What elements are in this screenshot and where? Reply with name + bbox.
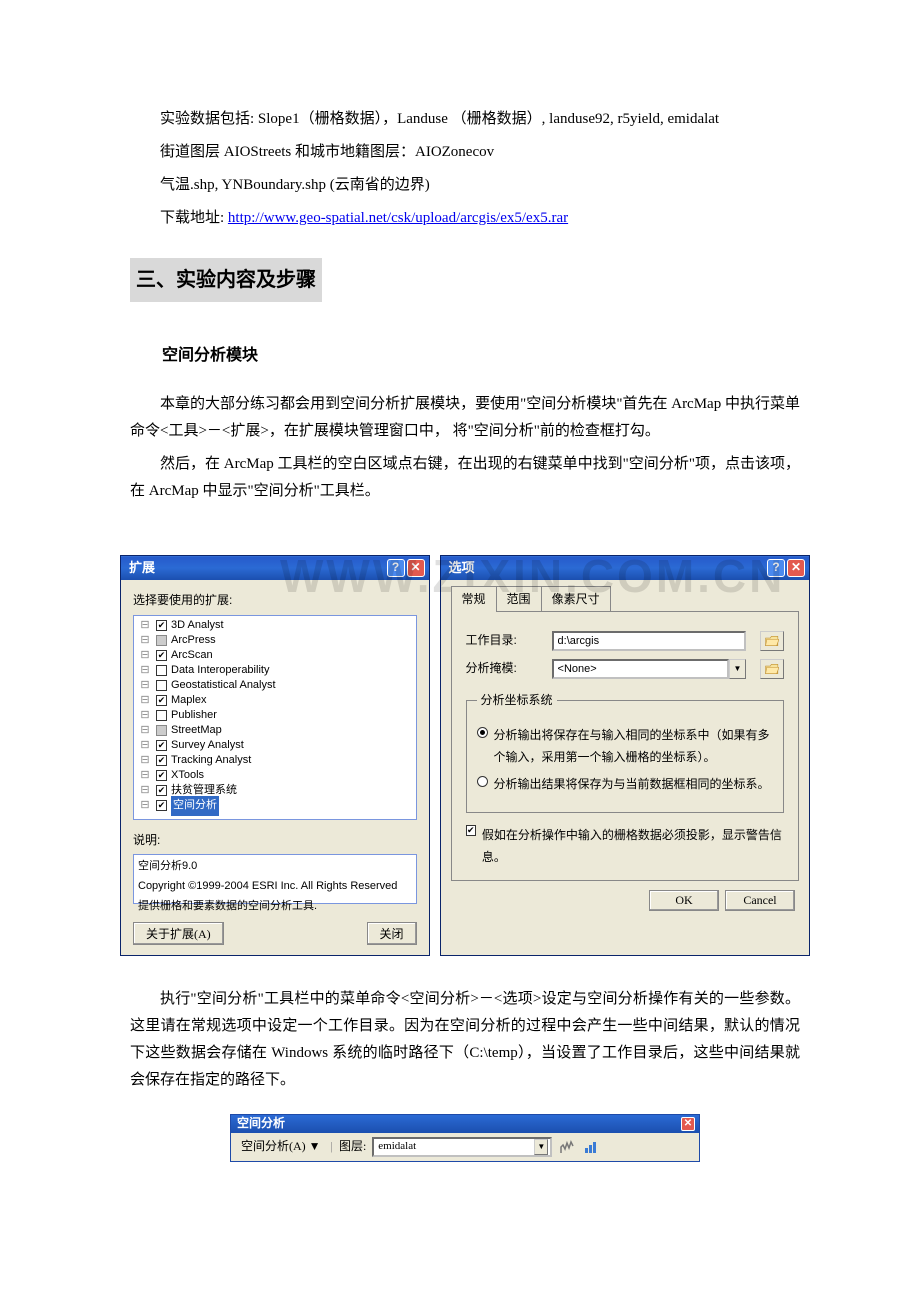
paragraph-1: 本章的大部分练习都会用到空间分析扩展模块，要使用"空间分析模块"首先在 ArcM… bbox=[130, 391, 800, 445]
paragraph-2: 然后，在 ArcMap 工具栏的空白区域点右键，在出现的右键菜单中找到"空间分析… bbox=[130, 451, 800, 505]
desc-line-2: Copyright ©1999-2004 ESRI Inc. All Right… bbox=[138, 877, 412, 897]
download-link[interactable]: http://www.geo-spatial.net/csk/upload/ar… bbox=[228, 210, 568, 226]
download-prefix: 下载地址: bbox=[160, 210, 228, 226]
coord-system-group: 分析坐标系统 分析输出将保存在与输入相同的坐标系中（如果有多个输入，采用第一个输… bbox=[466, 690, 784, 813]
mask-label: 分析掩模: bbox=[466, 658, 542, 680]
checkbox-icon[interactable] bbox=[156, 800, 167, 811]
extensions-prompt: 选择要使用的扩展: bbox=[133, 590, 417, 612]
checkbox-icon[interactable] bbox=[156, 710, 167, 721]
checkbox-icon[interactable] bbox=[156, 665, 167, 676]
layer-value: emidalat bbox=[378, 1137, 416, 1157]
desc-label: 说明: bbox=[133, 830, 417, 852]
extensions-list: ⊟3D Analyst⊟ArcPress⊟ArcScan⊟Data Intero… bbox=[133, 615, 417, 820]
section-title: 三、实验内容及步骤 bbox=[130, 258, 322, 302]
warn-checkbox[interactable] bbox=[466, 825, 476, 836]
checkbox-icon[interactable] bbox=[156, 695, 167, 706]
browse-folder-icon[interactable] bbox=[760, 631, 784, 651]
list-item[interactable]: ⊟空间分析 bbox=[138, 798, 412, 813]
checkbox-icon[interactable] bbox=[156, 635, 167, 646]
toolbar-title: 空间分析 bbox=[237, 1113, 285, 1135]
layer-label: 图层: bbox=[339, 1136, 366, 1158]
ok-button[interactable]: OK bbox=[649, 890, 719, 911]
chevron-down-icon[interactable]: ▼ bbox=[534, 1139, 548, 1155]
help-icon[interactable]: ? bbox=[767, 559, 785, 577]
close-button[interactable]: 关闭 bbox=[367, 922, 417, 945]
layer-combo[interactable]: emidalat ▼ bbox=[372, 1137, 552, 1157]
close-icon[interactable]: ✕ bbox=[787, 559, 805, 577]
checkbox-icon[interactable] bbox=[156, 650, 167, 661]
checkbox-icon[interactable] bbox=[156, 725, 167, 736]
coord-legend: 分析坐标系统 bbox=[477, 690, 557, 712]
checkbox-icon[interactable] bbox=[156, 680, 167, 691]
checkbox-icon[interactable] bbox=[156, 740, 167, 751]
workdir-input[interactable] bbox=[552, 631, 746, 651]
desc-line-1: 空间分析9.0 bbox=[138, 857, 412, 877]
mask-input[interactable] bbox=[552, 659, 729, 679]
chart-icon[interactable] bbox=[582, 1138, 600, 1156]
desc-box: 空间分析9.0 Copyright ©1999-2004 ESRI Inc. A… bbox=[133, 854, 417, 904]
checkbox-icon[interactable] bbox=[156, 785, 167, 796]
tab-cellsize[interactable]: 像素尺寸 bbox=[541, 586, 611, 613]
paragraph-3: 执行"空间分析"工具栏中的菜单命令<空间分析>－<选项>设定与空间分析操作有关的… bbox=[130, 986, 800, 1094]
browse-folder-icon[interactable] bbox=[760, 659, 784, 679]
checkbox-icon[interactable] bbox=[156, 770, 167, 781]
checkbox-icon[interactable] bbox=[156, 755, 167, 766]
close-icon[interactable]: ✕ bbox=[407, 559, 425, 577]
extensions-dialog-title: 扩展 bbox=[129, 556, 155, 579]
histogram-icon[interactable] bbox=[558, 1138, 576, 1156]
radio1-label: 分析输出将保存在与输入相同的坐标系中（如果有多个输入，采用第一个输入栅格的坐标系… bbox=[494, 725, 773, 768]
dropdown-icon[interactable]: ▼ bbox=[729, 659, 746, 679]
data-line-3: 气温.shp, YNBoundary.shp (云南省的边界) bbox=[130, 172, 800, 199]
checkbox-icon[interactable] bbox=[156, 620, 167, 631]
options-dialog-title: 选项 bbox=[449, 556, 475, 579]
warn-label: 假如在分析操作中输入的栅格数据必须投影，显示警告信息。 bbox=[482, 825, 784, 868]
radio2-label: 分析输出结果将保存为与当前数据框相同的坐标系。 bbox=[494, 774, 770, 796]
extensions-dialog: 扩展 ? ✕ 选择要使用的扩展: ⊟3D Analyst⊟ArcPress⊟Ar… bbox=[120, 555, 430, 956]
close-icon[interactable]: ✕ bbox=[681, 1117, 695, 1131]
ext-item-label: 空间分析 bbox=[171, 796, 219, 816]
tab-extent[interactable]: 范围 bbox=[496, 586, 542, 613]
radio-same-as-input[interactable] bbox=[477, 727, 488, 738]
data-line-2: 街道图层 AIOStreets 和城市地籍图层：AIOZonecov bbox=[130, 139, 800, 166]
cancel-button[interactable]: Cancel bbox=[725, 890, 795, 911]
subheader-spatial: 空间分析模块 bbox=[162, 342, 800, 371]
spatial-analyst-toolbar: 空间分析 ✕ 空间分析(A) ▼ | 图层: emidalat ▼ bbox=[230, 1114, 700, 1162]
data-line-4: 下载地址: http://www.geo-spatial.net/csk/upl… bbox=[130, 205, 800, 232]
options-dialog: 选项 ? ✕ 常规 范围 像素尺寸 工作目录: bbox=[440, 555, 810, 956]
help-icon[interactable]: ? bbox=[387, 559, 405, 577]
tab-general[interactable]: 常规 bbox=[451, 586, 497, 613]
toolbar-menu[interactable]: 空间分析(A) ▼ bbox=[237, 1136, 325, 1158]
workdir-label: 工作目录: bbox=[466, 630, 542, 652]
about-extensions-button[interactable]: 关于扩展(A) bbox=[133, 922, 224, 945]
data-line-1: 实验数据包括: Slope1（栅格数据），Landuse （栅格数据）, lan… bbox=[130, 106, 800, 133]
radio-same-as-frame[interactable] bbox=[477, 776, 488, 787]
